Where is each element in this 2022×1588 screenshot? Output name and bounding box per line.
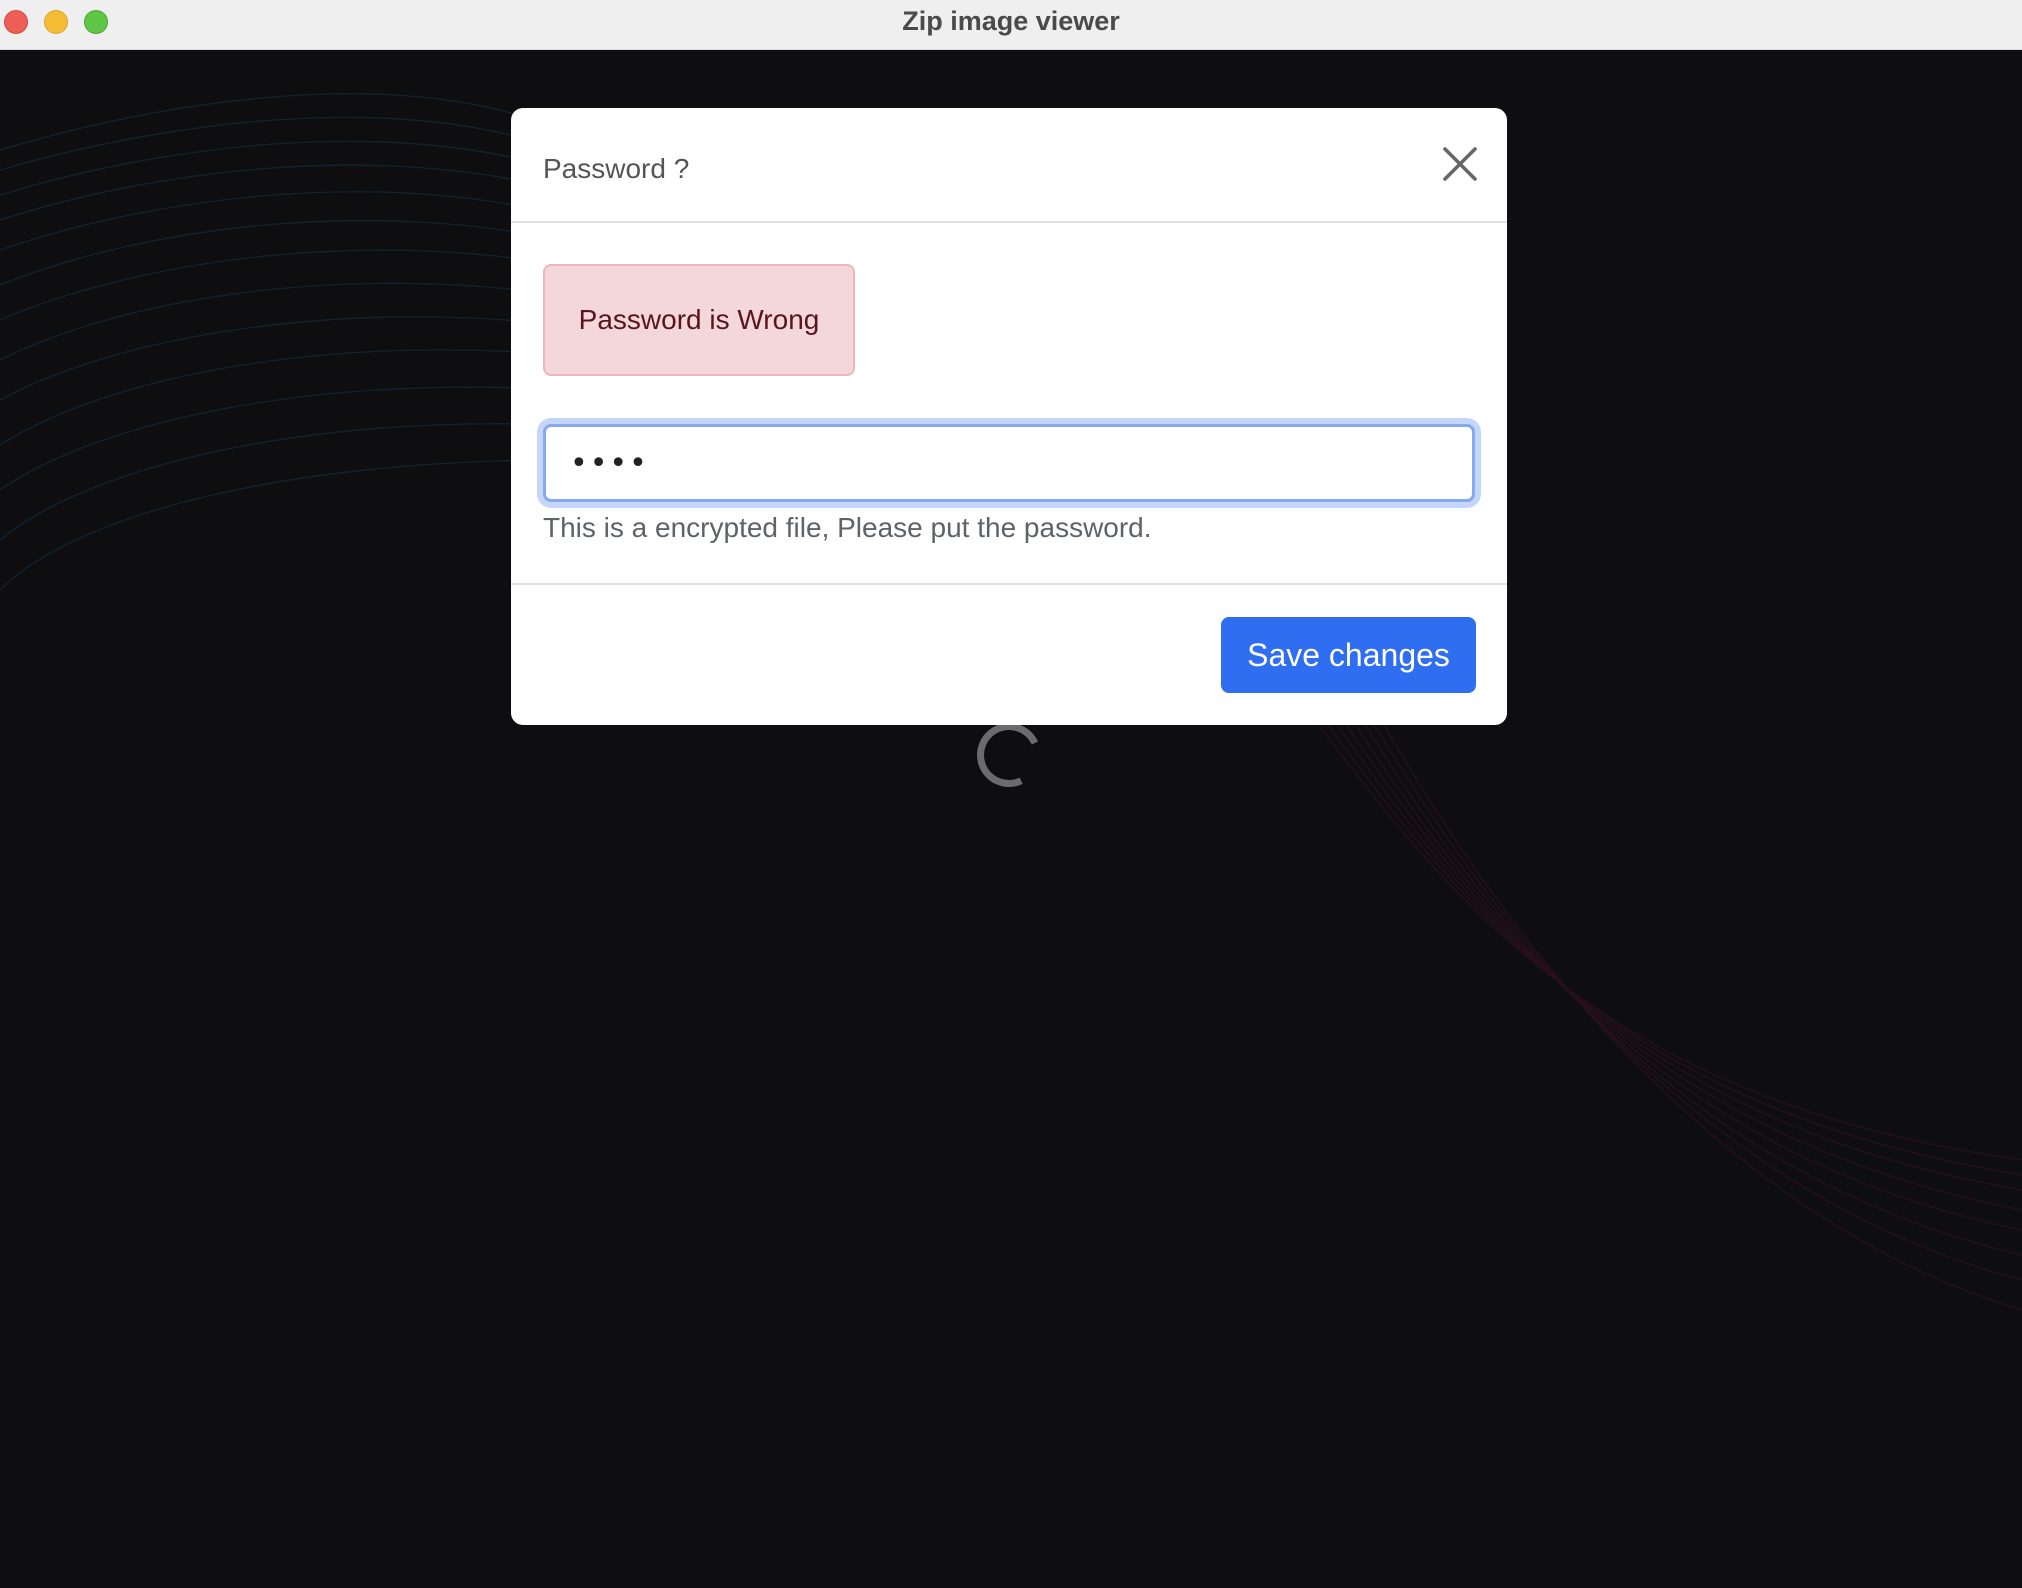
title-bar: Zip image viewer: [0, 0, 2022, 50]
app-window: Zip image viewer Password ? Password is …: [0, 0, 2022, 1588]
close-icon[interactable]: [1439, 143, 1481, 185]
window-title: Zip image viewer: [902, 6, 1120, 36]
error-alert: Password is Wrong: [543, 264, 855, 376]
save-changes-button[interactable]: Save changes: [1221, 617, 1476, 693]
modal-footer: Save changes: [511, 583, 1507, 725]
password-input[interactable]: [543, 424, 1475, 502]
red-wave-lines: [1299, 699, 2022, 1311]
blue-wave-lines: [0, 93, 561, 591]
modal-header: Password ?: [511, 108, 1507, 223]
modal-title: Password ?: [543, 153, 690, 184]
password-modal: Password ? Password is Wrong This is a e…: [511, 108, 1507, 725]
password-help-text: This is a encrypted file, Please put the…: [543, 512, 1152, 543]
